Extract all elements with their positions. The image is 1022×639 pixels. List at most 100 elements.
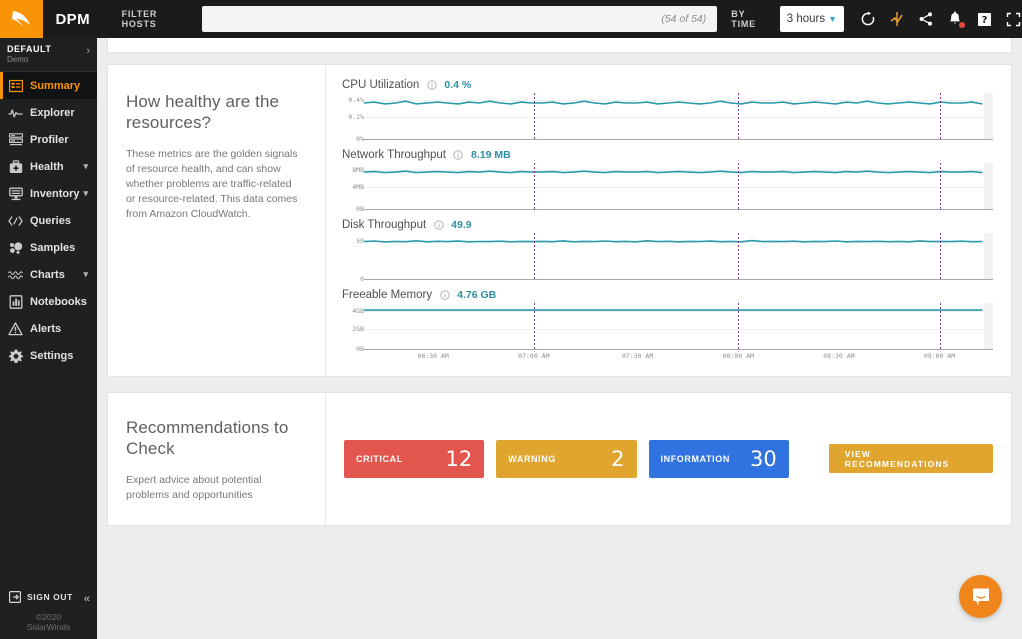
severity-warning[interactable]: WARNING 2 [496,440,636,478]
info-icon[interactable] [433,220,444,231]
sidebar-item-label: Settings [30,350,73,362]
sign-out-button[interactable]: SIGN OUT [0,586,97,608]
environment-name: DEFAULT [7,44,51,54]
metric-network-throughput: Network Throughput 8.19 MB 8MB 4MB 0B [342,149,993,210]
chat-bubble-icon[interactable] [959,575,1002,618]
queries-icon [8,213,23,228]
time-marker [940,303,941,349]
filter-hosts-input[interactable]: (54 of 54) [202,6,717,32]
sidebar-item-settings[interactable]: Settings [0,342,97,369]
sidebar-item-profiler[interactable]: Profiler [0,126,97,153]
severity-information[interactable]: INFORMATION 30 [649,440,789,478]
copyright-year: ©2020 [0,612,97,623]
lightning-icon[interactable] [889,11,906,28]
y-tick: 0% [356,135,364,143]
sidebar-item-label: Charts [30,269,65,281]
card-title: Recommendations to Check [126,417,303,460]
series-line [364,93,993,140]
copyright-company: SolarWinds [0,622,97,633]
time-marker [738,303,739,349]
y-axis: 4GB 2GB 0B [342,303,366,350]
y-axis: 50 0 [342,233,366,280]
collapse-left-icon[interactable]: « [84,594,90,605]
notification-dot [959,22,965,28]
bell-icon[interactable] [947,11,964,28]
top-bar: DPM FILTER HOSTS (54 of 54) BY TIME 3 ho… [0,0,1022,38]
sidebar-item-label: Alerts [30,323,61,335]
main-content: How healthy are the resources? These met… [97,38,1022,639]
y-tick: 0B [356,205,364,213]
sidebar-item-alerts[interactable]: Alerts [0,315,97,342]
y-tick: 8MB [352,166,364,174]
metric-value: 0.4 % [444,79,471,91]
info-icon[interactable] [439,290,450,301]
metric-header: Disk Throughput 49.9 [342,219,993,231]
y-axis: 0.4% 0.2% 0% [342,93,366,140]
sidebar-item-queries[interactable]: Queries [0,207,97,234]
share-icon[interactable] [918,11,935,28]
time-marker [738,93,739,139]
fullscreen-icon[interactable] [1005,11,1022,28]
metric-header: CPU Utilization 0.4 % [342,79,993,91]
series-line [364,163,993,210]
info-icon[interactable] [426,80,437,91]
time-range-select[interactable]: 3 hours ▼ [780,6,844,32]
sidebar-item-health[interactable]: Health ▾ [0,153,97,180]
sidebar-item-notebooks[interactable]: Notebooks [0,288,97,315]
time-marker [940,163,941,209]
view-recommendations-button[interactable]: VIEW RECOMMENDATIONS [829,444,993,473]
metric-value: 8.19 MB [471,149,511,161]
topbar-icon-group: ? [860,11,1022,28]
y-tick: 0.4% [348,96,364,104]
no-data-band [984,163,993,209]
environment-selector[interactable]: DEFAULT Demo › [0,38,97,72]
chart-network-throughput[interactable]: 8MB 4MB 0B [364,163,993,210]
plot-area [364,303,993,350]
time-marker [738,233,739,279]
alerts-icon [8,321,23,336]
chart-disk-throughput[interactable]: 50 0 [364,233,993,280]
time-marker [534,163,535,209]
series-line [364,233,993,280]
sidebar-nav: Summary Explorer Profiler Health ▾ [0,72,97,369]
sidebar-item-explorer[interactable]: Explorer [0,99,97,126]
solarwinds-logo-icon[interactable] [0,0,43,38]
info-icon[interactable] [453,150,464,161]
sidebar: DEFAULT Demo › Summary Explorer [0,38,97,639]
filter-hosts-label: FILTER HOSTS [122,9,193,29]
signout-icon [8,590,21,603]
card-description: Expert advice about potential problems a… [126,473,303,503]
severity-count: 2 [611,447,624,471]
sidebar-item-summary[interactable]: Summary [0,72,97,99]
help-icon[interactable]: ? [976,11,993,28]
sidebar-item-label: Summary [30,80,80,92]
x-axis-line [364,279,993,280]
chart-freeable-memory[interactable]: 4GB 2GB 0B [364,303,993,350]
x-axis: 06:30 AM 07:00 AM 07:30 AM 08:00 AM 08:3… [364,350,993,364]
metric-disk-throughput: Disk Throughput 49.9 50 0 [342,219,993,280]
metric-value: 49.9 [451,219,471,231]
sidebar-item-label: Queries [30,215,71,227]
chart-cpu-utilization[interactable]: 0.4% 0.2% 0% [364,93,993,140]
card-description: These metrics are the golden signals of … [126,147,303,223]
y-tick: 4MB [352,183,364,191]
x-tick: 06:30 AM [418,352,449,360]
y-tick: 50 [356,237,364,245]
by-time-label: BY TIME [731,9,772,29]
settings-icon [8,348,23,363]
summary-icon [8,78,23,93]
no-data-band [984,233,993,279]
sidebar-item-inventory[interactable]: Inventory ▾ [0,180,97,207]
metric-value: 4.76 GB [457,289,496,301]
time-marker [940,93,941,139]
sidebar-item-samples[interactable]: Samples [0,234,97,261]
x-tick: 09:00 AM [924,352,955,360]
severity-label: INFORMATION [661,454,730,464]
health-icon [8,159,23,174]
severity-critical[interactable]: CRITICAL 12 [344,440,484,478]
filter-hosts-count: (54 of 54) [661,13,706,25]
refresh-icon[interactable] [860,11,877,28]
severity-label: CRITICAL [356,454,403,464]
sidebar-item-charts[interactable]: Charts ▾ [0,261,97,288]
sign-out-label: SIGN OUT [27,592,73,602]
